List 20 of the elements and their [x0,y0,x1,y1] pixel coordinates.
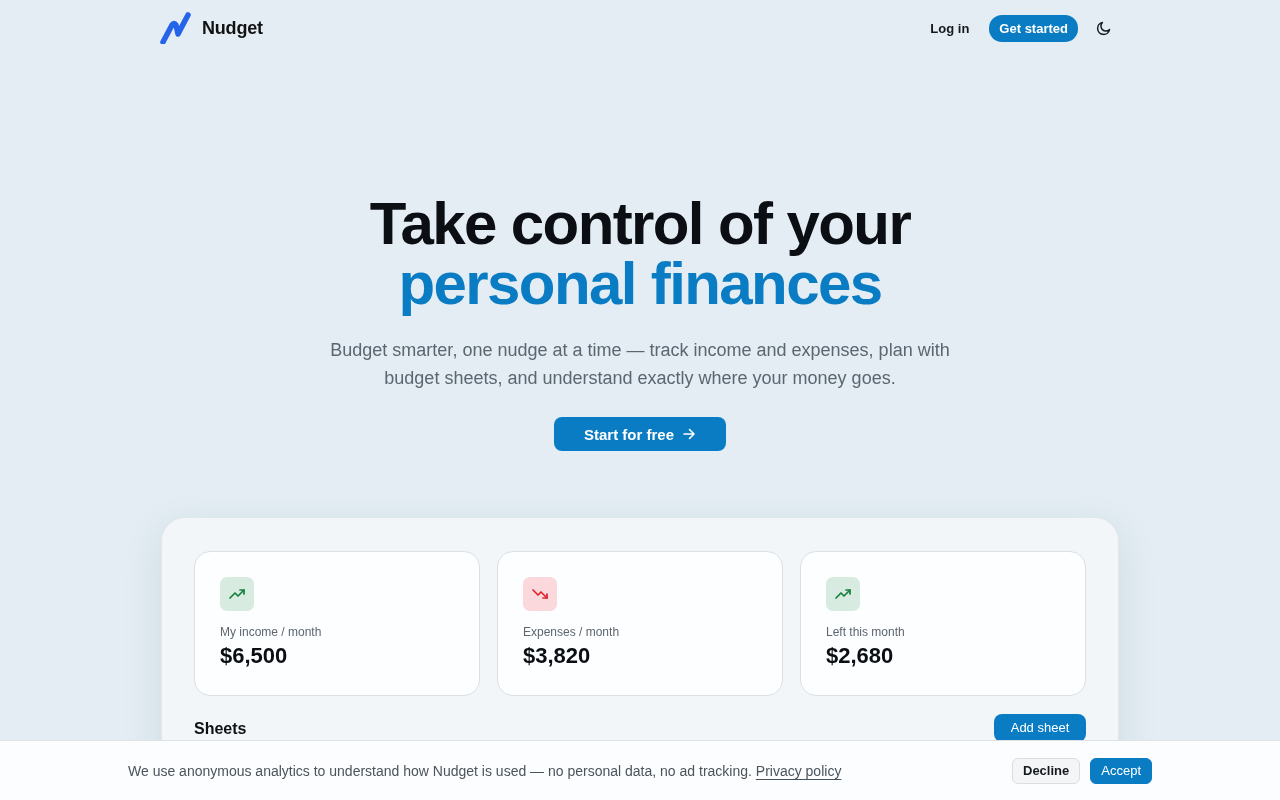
stat-value: $2,680 [826,642,894,670]
stat-label: Expenses / month [523,624,620,640]
cookie-notice: We use anonymous analytics to understand how Nudget is used — no personal data, no ad tracking. Privacy policy [128,762,842,779]
stat-value: $3,820 [523,642,591,670]
login-link[interactable]: Log in [930,20,970,36]
stat-label: Left this month [826,624,905,640]
arrow-right-icon [682,427,696,441]
accept-button[interactable]: Accept [1090,757,1152,784]
privacy-policy-link[interactable]: Privacy policy [755,762,842,779]
get-started-button[interactable]: Get started [989,14,1078,42]
stat-label: My income / month [220,624,322,640]
headline: Take control of your [369,194,911,254]
hero-subtitle: Budget smarter, one nudge at a time — track income and expenses, plan with budget sheets, and understand exactly where your money goes. [329,339,951,390]
decline-button[interactable]: Decline [1012,757,1081,784]
add-sheet-button[interactable]: Add sheet [994,714,1086,742]
moon-icon[interactable] [1096,20,1112,36]
stat-value: $6,500 [220,642,288,670]
sheets-heading: Sheets [194,720,247,738]
start-button[interactable]: Start for free [554,417,726,451]
brand-name: Nudget [202,17,263,39]
